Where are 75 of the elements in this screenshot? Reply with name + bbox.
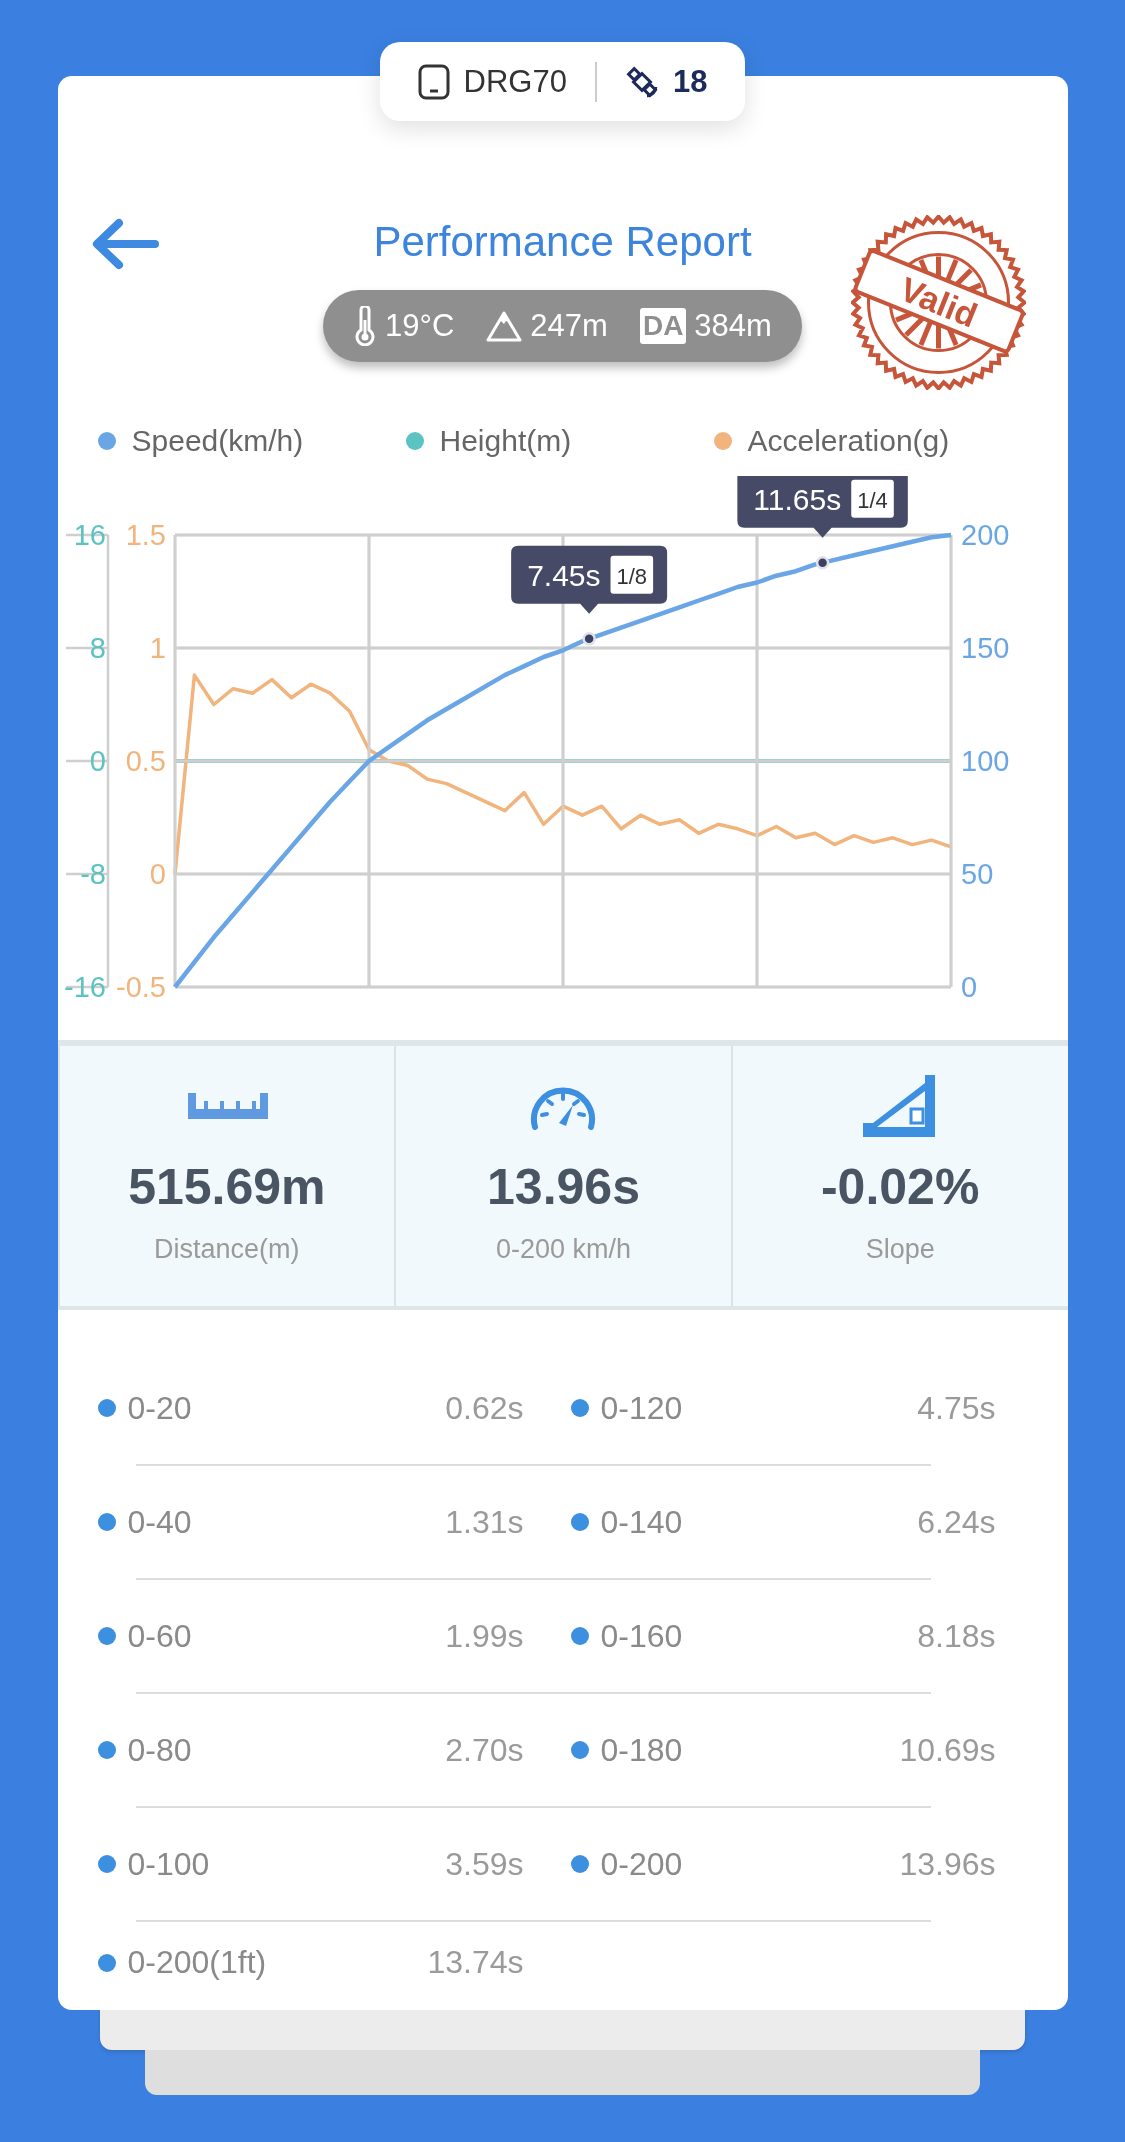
axis-label: -8 [79,858,106,890]
split-label: 0-100 [127,1845,210,1883]
split-time: 6.24s [917,1503,996,1541]
data-point-marker [581,632,596,646]
split-label: 0-80 [127,1731,192,1769]
split-label: 0-200(1ft) [127,1944,267,1981]
split-time: 2.70s [445,1731,524,1769]
axis-label: 200 [960,519,1009,551]
axis-label: 0.5 [125,745,166,777]
bullet-dot [97,1953,116,1972]
split-time: 4.75s [917,1389,996,1427]
bullet-dot [570,1399,589,1417]
split-label: 0-20 [127,1389,192,1427]
device-icon [417,63,450,100]
stat-label: Slope [865,1234,935,1265]
tooltip-time: 7.45s [526,558,600,592]
bullet-dot [97,1513,116,1531]
mountain-icon [486,310,523,342]
data-point-marker [815,555,829,570]
bullet-dot [97,1399,116,1417]
stat-label: 0-200 km/h [495,1234,632,1265]
axis-label: 8 [89,632,106,664]
axis-label: 1.5 [125,519,166,551]
axis-label: 150 [960,632,1009,664]
bullet-dot [570,1855,589,1873]
condition-tag: DA [639,308,687,344]
split-time: 13.74s [427,1944,524,1981]
tooltip-tag: 1/8 [610,555,653,594]
split-time: 0.62s [445,1389,524,1427]
satellite-count: 18 [672,63,708,100]
split-time: 1.31s [445,1503,524,1541]
bullet-dot [97,1855,116,1873]
condition-value: 247m [530,308,608,344]
condition-value: 19°C [385,308,455,344]
split-label: 0-180 [600,1731,683,1769]
satellite-icon [624,64,659,99]
axis-label: 50 [960,858,993,890]
split-label: 0-60 [127,1617,192,1655]
legend-label: Speed(km/h) [131,424,304,458]
split-label: 0-160 [600,1617,683,1655]
bullet-dot [97,1627,116,1645]
stat-value: -0.02% [820,1158,980,1216]
tooltip-time: 11.65s [752,482,841,516]
axis-label: 100 [960,745,1009,777]
stat-label: Distance(m) [154,1234,300,1265]
axis-label: 0 [89,745,106,777]
split-time: 3.59s [445,1845,524,1883]
split-label: 0-140 [600,1503,683,1541]
axis-label: 0 [960,971,977,1003]
split-label: 0-200 [600,1845,683,1883]
axis-label: 0 [149,858,166,890]
axis-label: 16 [73,519,106,551]
stamp-label: Valid [894,269,983,335]
stat-value: 13.96s [487,1158,640,1216]
bullet-dot [97,1741,116,1759]
split-time: 1.99s [445,1617,524,1655]
axis-label: -0.5 [115,971,166,1003]
legend-label: Acceleration(g) [747,424,950,458]
axis-label: 1 [149,632,166,664]
bullet-dot [570,1513,589,1531]
legend-label: Height(m) [439,424,572,458]
split-time: 10.69s [899,1731,996,1769]
slope-icon [863,1075,938,1137]
tooltip-tag: 1/4 [850,479,894,518]
page-title: Performance Report [373,217,752,267]
device-name: DRG70 [463,63,567,100]
bullet-dot [570,1741,589,1759]
split-time: 13.96s [899,1845,996,1883]
split-label: 0-120 [600,1389,683,1427]
axis-label: -16 [63,971,106,1003]
split-time: 8.18s [917,1617,996,1655]
condition-value: 384m [694,308,772,344]
split-label: 0-40 [127,1503,192,1541]
stat-value: 515.69m [128,1158,326,1216]
bullet-dot [570,1627,589,1645]
